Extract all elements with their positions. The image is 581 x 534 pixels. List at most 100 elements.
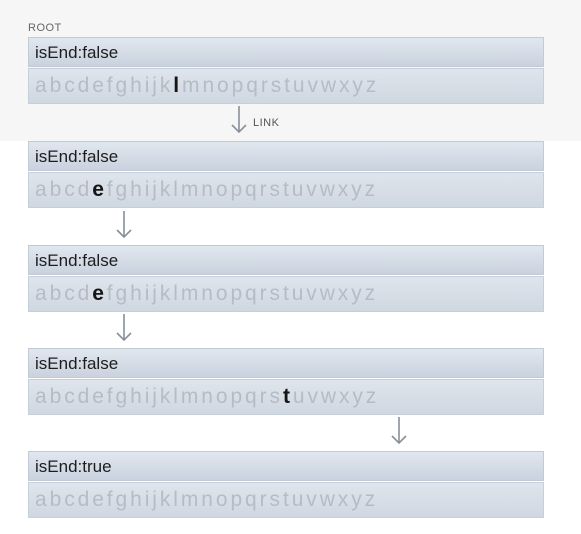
letter-w: w	[320, 385, 339, 408]
letter-p: p	[230, 385, 246, 408]
letter-e: e	[92, 282, 107, 305]
letter-b: b	[49, 74, 65, 97]
letter-n: n	[201, 178, 216, 201]
letter-g: g	[115, 282, 131, 305]
letter-z: z	[365, 74, 380, 97]
letter-f: f	[106, 385, 116, 408]
letter-u: u	[291, 282, 307, 305]
letter-h: h	[130, 488, 145, 511]
letter-z: z	[364, 488, 378, 511]
letter-r: r	[259, 488, 270, 511]
letter-r: r	[260, 74, 271, 97]
letter-b: b	[49, 282, 65, 305]
letter-c: c	[64, 488, 78, 511]
letter-r: r	[259, 178, 270, 201]
node-letters: abcdefghijklmnopqrstuvwxyz	[28, 276, 544, 312]
letter-a: a	[35, 282, 50, 305]
node-letters: abcdefghijklmnopqrstuvwxyz	[28, 379, 544, 415]
letter-v: v	[307, 385, 321, 408]
letter-d: d	[77, 74, 93, 97]
link-arrow-2	[116, 211, 132, 239]
letter-f: f	[106, 282, 116, 305]
letter-t: t	[282, 488, 292, 511]
letter-l: l	[173, 385, 181, 408]
letter-g: g	[115, 178, 131, 201]
letter-g: g	[115, 385, 131, 408]
letter-h: h	[130, 74, 145, 97]
letter-s: s	[269, 282, 283, 305]
link-arrow-1	[231, 106, 247, 134]
letter-d: d	[77, 178, 93, 201]
letter-o: o	[215, 385, 231, 408]
letter-e: e	[92, 178, 107, 201]
letter-m: m	[180, 178, 202, 201]
letter-h: h	[130, 282, 145, 305]
letter-q: q	[245, 282, 260, 305]
letter-k: k	[159, 178, 174, 201]
letter-j: j	[152, 385, 160, 408]
link-arrow-4	[391, 417, 407, 445]
letter-d: d	[77, 282, 93, 305]
letter-d: d	[77, 385, 93, 408]
letter-g: g	[115, 74, 131, 97]
letter-k: k	[159, 488, 174, 511]
node-letters: abcdefghijklmnopqrstuvwxyz	[28, 68, 544, 104]
letter-z: z	[364, 178, 378, 201]
letter-j: j	[152, 282, 160, 305]
letter-m: m	[180, 282, 202, 305]
letter-j: j	[152, 74, 160, 97]
letter-z: z	[364, 282, 378, 305]
letter-m: m	[180, 385, 202, 408]
letter-u: u	[291, 178, 307, 201]
letter-n: n	[201, 385, 216, 408]
letter-t: t	[282, 178, 292, 201]
letter-a: a	[35, 385, 50, 408]
node-letters: abcdefghijklmnopqrstuvwxyz	[28, 172, 544, 208]
letter-y: y	[351, 282, 365, 305]
letter-r: r	[259, 385, 270, 408]
letter-w: w	[319, 282, 338, 305]
letter-y: y	[352, 385, 366, 408]
letter-k: k	[159, 385, 174, 408]
letter-m: m	[182, 74, 203, 97]
node-letters: abcdefghijklmnopqrstuvwxyz	[28, 482, 544, 518]
letter-v: v	[306, 488, 320, 511]
letter-x: x	[337, 488, 352, 511]
letter-t: t	[284, 74, 293, 97]
link-arrow-3	[116, 314, 132, 342]
letter-b: b	[49, 385, 65, 408]
letter-n: n	[201, 282, 216, 305]
letter-b: b	[49, 488, 65, 511]
letter-z: z	[365, 385, 380, 408]
letter-g: g	[115, 488, 131, 511]
trie-node-2: isEnd:false abcdefghijklmnopqrstuvwxyz	[28, 141, 544, 208]
letter-x: x	[337, 178, 352, 201]
link-label: LINK	[253, 117, 280, 129]
root-label: ROOT	[28, 22, 62, 34]
letter-w: w	[320, 74, 339, 97]
letter-h: h	[130, 385, 145, 408]
letter-u: u	[292, 385, 308, 408]
letter-u: u	[291, 488, 307, 511]
letter-w: w	[319, 488, 338, 511]
letter-f: f	[106, 178, 116, 201]
letter-l: l	[173, 74, 183, 97]
letter-c: c	[64, 282, 78, 305]
letter-a: a	[35, 178, 50, 201]
letter-w: w	[319, 178, 338, 201]
letter-l: l	[173, 282, 181, 305]
letter-x: x	[338, 74, 353, 97]
letter-c: c	[64, 178, 78, 201]
letter-p: p	[231, 74, 247, 97]
letter-u: u	[292, 74, 308, 97]
letter-p: p	[230, 282, 246, 305]
trie-diagram: ROOT isEnd:false abcdefghijklmnopqrstuvw…	[0, 0, 581, 534]
node-is-end-label: isEnd:false	[28, 348, 544, 378]
letter-a: a	[35, 488, 50, 511]
trie-node-4: isEnd:false abcdefghijklmnopqrstuvwxyz	[28, 348, 544, 415]
letter-f: f	[106, 74, 116, 97]
letter-o: o	[215, 178, 231, 201]
letter-s: s	[270, 74, 285, 97]
trie-node-5: isEnd:true abcdefghijklmnopqrstuvwxyz	[28, 451, 544, 518]
letter-m: m	[180, 488, 202, 511]
